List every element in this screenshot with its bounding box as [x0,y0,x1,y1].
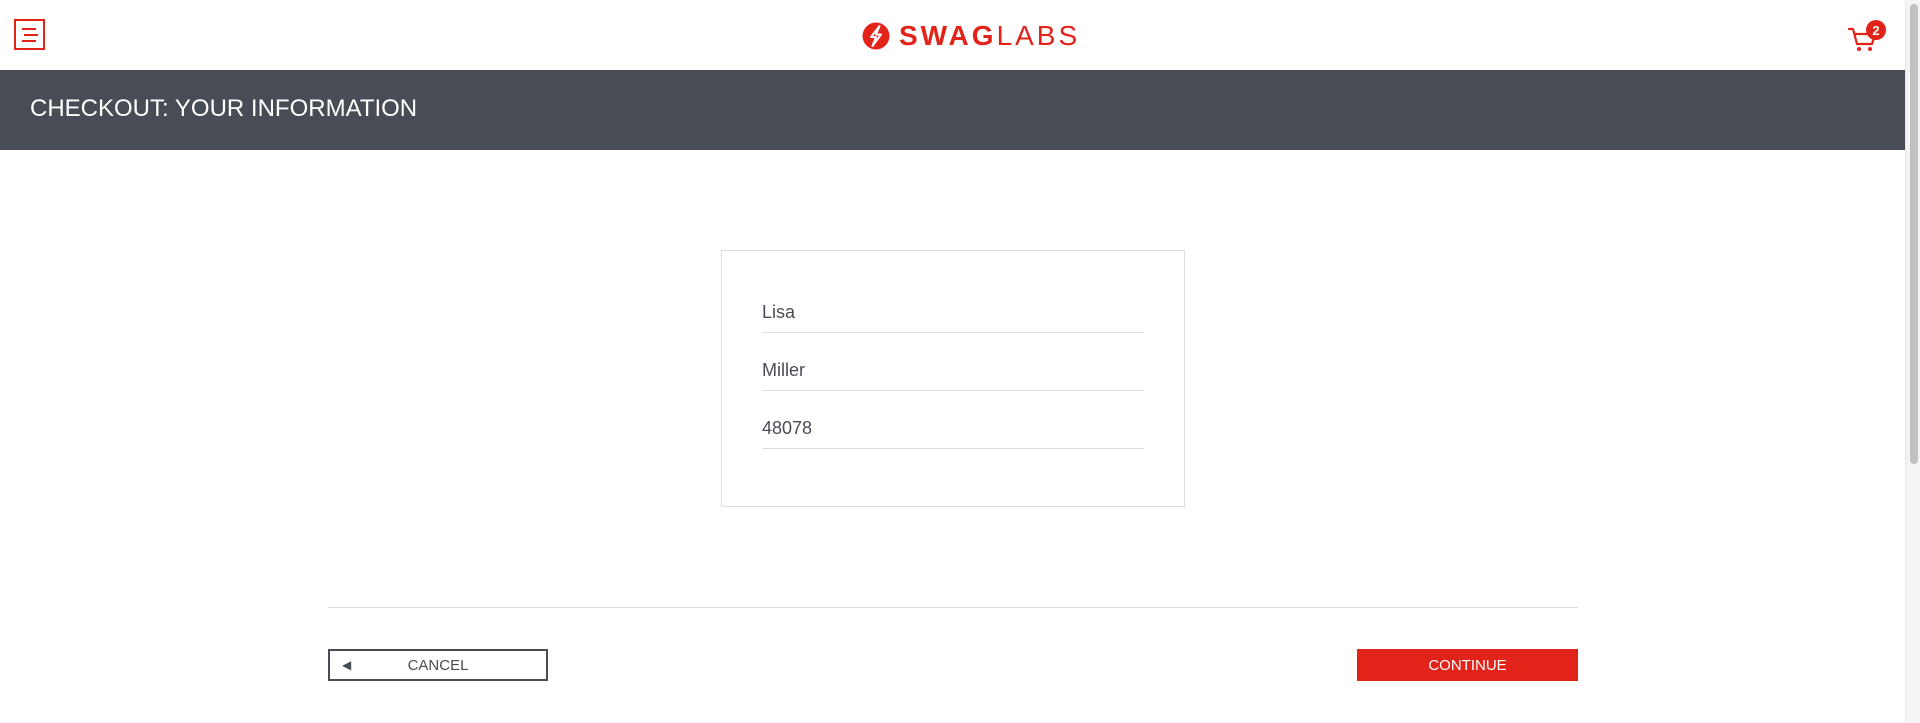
hamburger-menu-icon-line [22,27,36,30]
top-header: SWAGLABS 2 [0,0,1905,70]
checkout-info-form [721,250,1185,507]
first-name-field[interactable] [762,293,1144,333]
hamburger-menu-icon-line [23,33,38,36]
cancel-button-label: CANCEL [407,656,469,674]
postal-code-field[interactable] [762,409,1144,449]
footer-divider [328,607,1578,608]
menu-button[interactable] [14,19,45,50]
hamburger-menu-icon-line [22,39,36,42]
continue-button[interactable]: CONTINUE [1357,649,1578,681]
swag-labs-logo-icon [862,22,890,49]
page-scrollbar[interactable] [1905,0,1920,723]
logo-text: SWAGLABS [899,19,1081,51]
last-name-field[interactable] [762,351,1144,391]
logo-brand-text: SWAG [899,19,997,51]
checkout-page: SWAGLABS 2 CHECKOUT: YOUR INFORMATION ◀ … [0,0,1905,723]
cart-count-badge: 2 [1866,20,1886,40]
page-subheader: CHECKOUT: YOUR INFORMATION [0,70,1905,150]
continue-button-label: CONTINUE [1428,656,1507,674]
swag-labs-logo: SWAGLABS [861,20,1080,51]
cancel-button[interactable]: ◀ CANCEL [328,649,548,681]
logo-suffix-text: LABS [996,19,1081,51]
shopping-cart-button[interactable]: 2 [1846,16,1886,56]
scrollbar-thumb[interactable] [1910,4,1918,464]
page-title: CHECKOUT: YOUR INFORMATION [30,95,418,122]
back-arrow-icon: ◀ [342,658,352,672]
